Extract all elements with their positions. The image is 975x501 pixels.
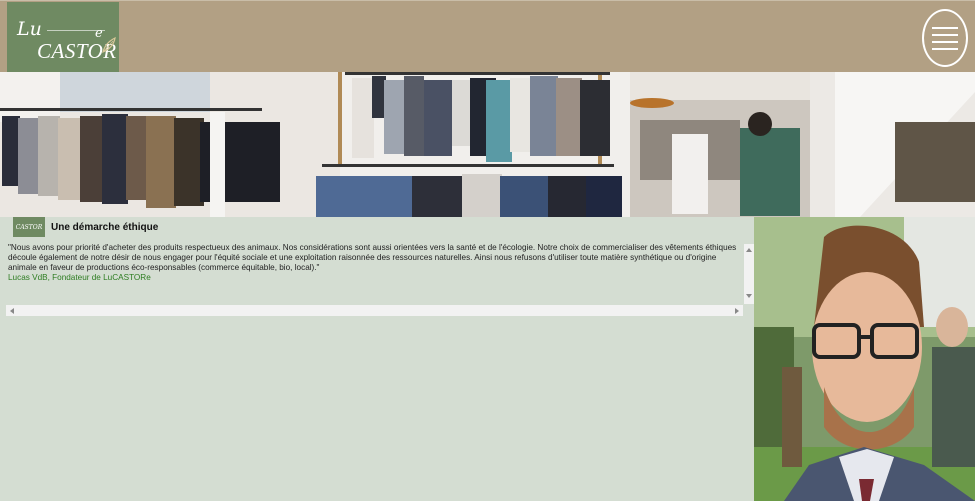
article-signature: Lucas VdB, Fondateur de LuCASTORe [8,273,151,282]
leaf-icon [102,36,116,54]
article-scrollbox[interactable]: "Nous avons pour priorité d'acheter des … [6,243,743,303]
store-banner-image [0,72,975,217]
scroll-down-icon[interactable] [746,294,752,298]
article-header: CASTOR Une démarche éthique [13,216,158,238]
menu-bar [932,33,958,36]
founder-portrait-photo [754,217,975,501]
article-logo-text: CASTOR [15,223,43,231]
horizontal-scrollbar[interactable] [6,305,743,316]
vertical-scrollbar[interactable] [744,244,754,304]
scroll-left-icon[interactable] [10,308,14,314]
site-header: Lu CASTOR e [0,0,975,73]
article-logo: CASTOR [13,217,45,237]
menu-bar [932,40,958,43]
menu-bar [932,26,958,29]
article-title: Une démarche éthique [51,221,159,233]
site-logo[interactable]: Lu CASTOR e [7,2,119,72]
scroll-right-icon[interactable] [735,308,739,314]
hamburger-menu-icon[interactable] [922,9,968,67]
clothing-store-racks-photo [0,72,975,217]
scroll-up-icon[interactable] [746,248,752,252]
article-quote: "Nous avons pour priorité d'acheter des … [8,243,737,272]
logo-lu: Lu [17,18,42,40]
founder-portrait [754,217,975,501]
menu-bar [932,47,958,50]
